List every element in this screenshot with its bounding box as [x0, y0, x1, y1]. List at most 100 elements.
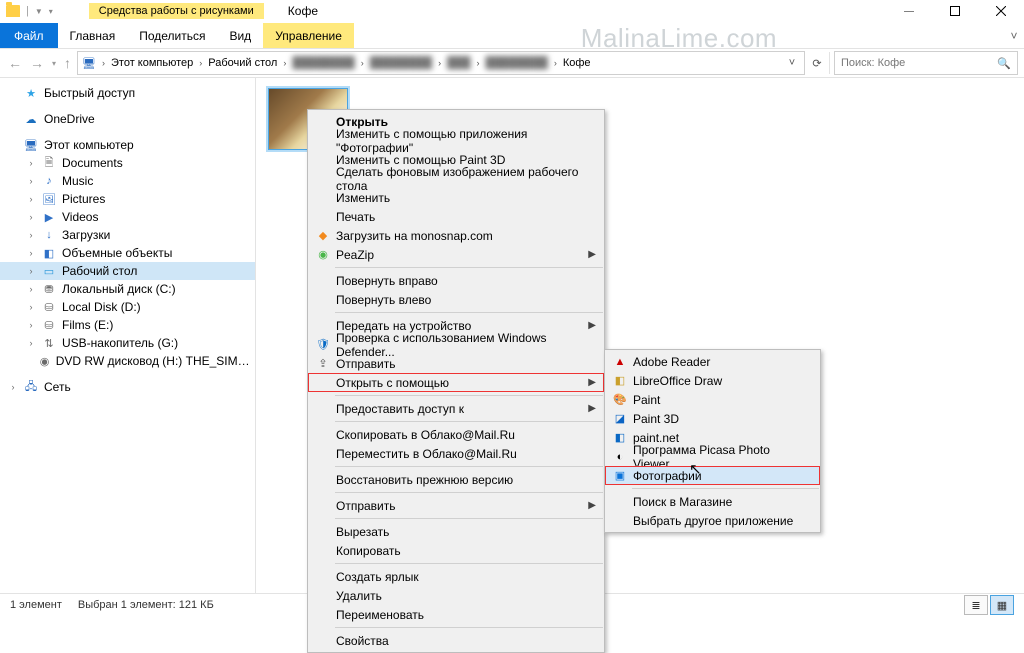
menu-separator	[335, 563, 603, 564]
ribbon-manage-tab[interactable]: Управление	[263, 23, 354, 48]
tree-network[interactable]: ›🖧Сеть	[0, 378, 255, 396]
tree-usb-g[interactable]: ›⇅USB-накопитель (G:)	[0, 334, 255, 352]
tree-downloads[interactable]: ›↓Загрузки	[0, 226, 255, 244]
nav-up-icon[interactable]: ↑	[62, 55, 73, 71]
nav-forward-icon[interactable]: →	[28, 55, 46, 71]
search-input[interactable]: Поиск: Кофе 🔍	[834, 51, 1018, 75]
shield-icon: 🛡	[312, 335, 334, 354]
tree-pictures[interactable]: ›🖼Pictures	[0, 190, 255, 208]
document-icon: 🗎	[42, 156, 56, 170]
crumb-hidden: ████████	[292, 57, 354, 69]
ctx-print[interactable]: Печать	[308, 207, 604, 226]
ctx-cut[interactable]: Вырезать	[308, 522, 604, 541]
address-bar[interactable]: 🖥 › Этот компьютер › Рабочий стол › ████…	[77, 51, 805, 75]
chevron-right-icon: ›	[476, 58, 479, 68]
tree-3dobjects[interactable]: ›◧Объемные объекты	[0, 244, 255, 262]
ctx-copy[interactable]: Копировать	[308, 541, 604, 560]
tree-quick-access[interactable]: ★Быстрый доступ	[0, 84, 255, 102]
ctx-share[interactable]: ⇪Отправить	[308, 354, 604, 373]
hdd-icon: ⛁	[42, 300, 56, 314]
menu-separator	[335, 492, 603, 493]
ctx-rotate-left[interactable]: Повернуть влево	[308, 290, 604, 309]
ctx-peazip[interactable]: ◉PeaZip▶	[308, 245, 604, 264]
sub-paint3d[interactable]: ◪Paint 3D	[605, 409, 820, 428]
ctx-shortcut[interactable]: Создать ярлык	[308, 567, 604, 586]
ctx-rename[interactable]: Переименовать	[308, 605, 604, 624]
nav-back-icon[interactable]: ←	[6, 55, 24, 71]
close-button[interactable]	[978, 0, 1024, 22]
crumb-hidden: ████████	[485, 57, 547, 69]
menu-separator	[335, 395, 603, 396]
maximize-button[interactable]	[932, 0, 978, 22]
nav-history-icon[interactable]: ▾	[50, 59, 58, 68]
watermark: MalinaLime.com	[354, 23, 1004, 48]
crumb-current[interactable]: Кофе	[563, 57, 591, 69]
ctx-open-with[interactable]: Открыть с помощью▶	[308, 373, 604, 392]
chevron-right-icon: ›	[199, 58, 202, 68]
ribbon-collapse-icon[interactable]: ˅	[1004, 23, 1024, 48]
chevron-right-icon: ▶	[588, 249, 596, 260]
sub-picasa[interactable]: ◐Программа Picasa Photo Viewer	[605, 447, 820, 466]
qat-overflow2-icon[interactable]: ▾	[49, 7, 53, 16]
crumb-root[interactable]: Этот компьютер	[111, 57, 193, 69]
ctx-restore[interactable]: Восстановить прежнюю версию	[308, 470, 604, 489]
status-count: 1 элемент	[10, 599, 62, 611]
ctx-set-wallpaper[interactable]: Сделать фоновым изображением рабочего ст…	[308, 169, 604, 188]
sub-choose-app[interactable]: Выбрать другое приложение	[605, 511, 820, 530]
title-bar: | ▼ ▾ Средства работы с рисунками Кофе	[0, 0, 1024, 23]
search-icon: 🔍	[997, 57, 1011, 70]
tree-videos[interactable]: ›▶Videos	[0, 208, 255, 226]
ctx-send-to[interactable]: Отправить▶	[308, 496, 604, 515]
tree-films-e[interactable]: ›⛁Films (E:)	[0, 316, 255, 334]
sub-adobe-reader[interactable]: ▲Adobe Reader	[605, 352, 820, 371]
ctx-delete[interactable]: Удалить	[308, 586, 604, 605]
tree-onedrive[interactable]: ☁OneDrive	[0, 110, 255, 128]
ctx-copy-cloud[interactable]: Скопировать в Облако@Mail.Ru	[308, 425, 604, 444]
hdd-icon: ⛃	[42, 282, 56, 296]
paintnet-icon: ◧	[609, 428, 631, 447]
ctx-edit-photos[interactable]: Изменить с помощью приложения "Фотографи…	[308, 131, 604, 150]
tree-desktop[interactable]: ›▭Рабочий стол	[0, 262, 255, 280]
menu-separator	[335, 267, 603, 268]
address-root-icon: 🖥	[82, 56, 96, 70]
status-selection: Выбран 1 элемент: 121 КБ	[78, 599, 214, 611]
ctx-edit[interactable]: Изменить	[308, 188, 604, 207]
address-dropdown-icon[interactable]: ˅	[784, 57, 800, 69]
libreoffice-icon: ◧	[609, 371, 631, 390]
tree-documents[interactable]: ›🗎Documents	[0, 154, 255, 172]
ctx-defender[interactable]: 🛡Проверка с использованием Windows Defen…	[308, 335, 604, 354]
sub-paint[interactable]: 🎨Paint	[605, 390, 820, 409]
ctx-move-cloud[interactable]: Переместить в Облако@Mail.Ru	[308, 444, 604, 463]
star-icon: ★	[24, 86, 38, 100]
context-submenu-open-with: ▲Adobe Reader ◧LibreOffice Draw 🎨Paint ◪…	[604, 349, 821, 533]
chevron-right-icon: ›	[361, 58, 364, 68]
menu-separator	[335, 312, 603, 313]
tree-local-d[interactable]: ›⛁Local Disk (D:)	[0, 298, 255, 316]
ctx-properties[interactable]: Свойства	[308, 631, 604, 650]
app-icon	[6, 5, 20, 17]
view-details-button[interactable]: ≣	[964, 595, 988, 615]
refresh-button[interactable]: ⟳	[809, 57, 825, 70]
ribbon-view-tab[interactable]: Вид	[217, 23, 263, 48]
tree-dvd-h[interactable]: ◉DVD RW дисковод (H:) THE_SIMPSONS_MOVIE	[0, 352, 255, 370]
ctx-give-access[interactable]: Предоставить доступ к▶	[308, 399, 604, 418]
ribbon-share-tab[interactable]: Поделиться	[127, 23, 217, 48]
qat-overflow-icon[interactable]: ▼	[35, 7, 43, 16]
hdd-icon: ⛁	[42, 318, 56, 332]
sub-photos[interactable]: ▣Фотографии	[605, 466, 820, 485]
ctx-monosnap[interactable]: ◆Загрузить на monosnap.com	[308, 226, 604, 245]
sub-libreoffice-draw[interactable]: ◧LibreOffice Draw	[605, 371, 820, 390]
ribbon-home-tab[interactable]: Главная	[58, 23, 128, 48]
sub-store-search[interactable]: Поиск в Магазине	[605, 492, 820, 511]
tree-music[interactable]: ›♪Music	[0, 172, 255, 190]
view-icons-button[interactable]: ▦	[990, 595, 1014, 615]
window-title: Кофе	[288, 4, 318, 18]
crumb-desktop[interactable]: Рабочий стол	[208, 57, 277, 69]
tree-this-pc[interactable]: 🖥Этот компьютер	[0, 136, 255, 154]
minimize-button[interactable]	[886, 0, 932, 22]
tree-local-c[interactable]: ›⛃Локальный диск (C:)	[0, 280, 255, 298]
video-icon: ▶	[42, 210, 56, 224]
pc-icon: 🖥	[24, 138, 38, 152]
ctx-rotate-right[interactable]: Повернуть вправо	[308, 271, 604, 290]
ribbon-file-tab[interactable]: Файл	[0, 23, 58, 48]
